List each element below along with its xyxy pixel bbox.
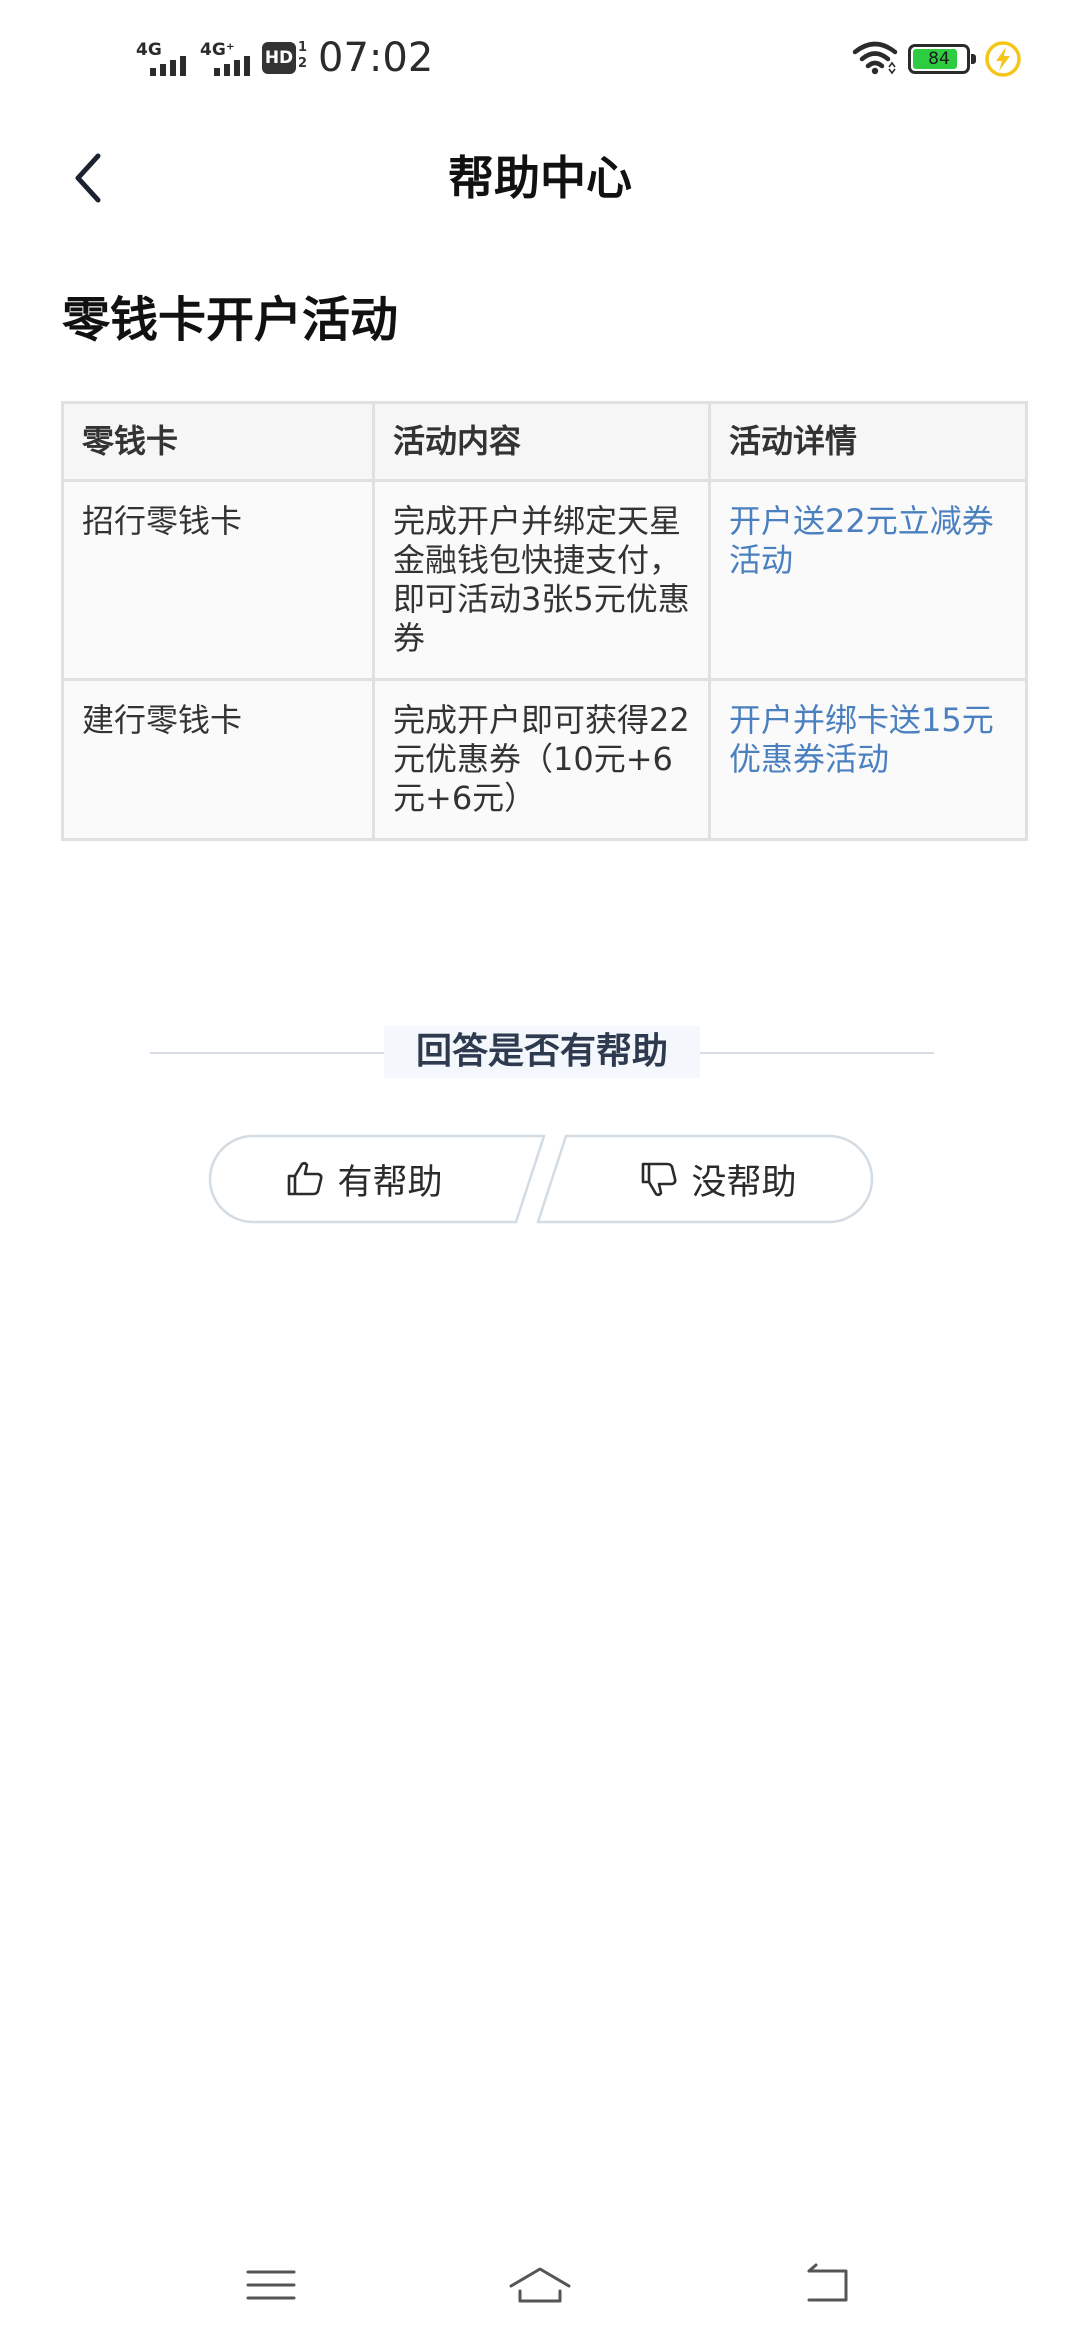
status-bar: 4G 4G⁺ HD 1 2 07:02 84 <box>0 0 1080 120</box>
header: 帮助中心 <box>0 120 1080 236</box>
article-title: 零钱卡开户活动 <box>62 292 399 348</box>
page-title: 帮助中心 <box>448 151 632 205</box>
sim1-signal-icon: 4G <box>136 42 192 76</box>
helpful-label: 有帮助 <box>337 1162 443 1203</box>
divider <box>150 1052 384 1054</box>
system-nav-bar <box>0 2240 1080 2340</box>
wifi-icon <box>852 41 898 75</box>
battery-icon: 84 <box>908 44 976 74</box>
not-helpful-button[interactable]: 没帮助 <box>534 1134 874 1224</box>
card-name-cell: 招行零钱卡 <box>61 479 375 681</box>
divider <box>700 1052 934 1054</box>
activity-detail-cell: 开户并绑卡送15元优惠券活动 <box>708 678 1028 841</box>
back-nav-button[interactable] <box>794 2250 864 2320</box>
activity-table: 零钱卡 活动内容 活动详情 招行零钱卡 完成开户并绑定天星金融钱包快捷支付，即可… <box>61 401 1028 841</box>
hd-sub-label: 1 2 <box>298 40 308 71</box>
activity-detail-link[interactable]: 开户送22元立减券活动 <box>729 502 994 579</box>
table-header-cell: 零钱卡 <box>61 401 375 482</box>
thumbs-down-icon <box>642 1162 677 1197</box>
charging-icon <box>985 41 1021 77</box>
menu-button[interactable] <box>236 2250 306 2320</box>
activity-detail-cell: 开户送22元立减券活动 <box>708 479 1028 681</box>
home-button[interactable] <box>505 2250 575 2320</box>
card-name-cell: 建行零钱卡 <box>61 678 375 841</box>
feedback-title: 回答是否有帮助 <box>384 1026 700 1078</box>
back-icon <box>807 2263 848 2302</box>
status-time: 07:02 <box>318 35 434 81</box>
not-helpful-label: 没帮助 <box>691 1162 797 1203</box>
activity-detail-link[interactable]: 开户并绑卡送15元优惠券活动 <box>729 701 994 778</box>
thumbs-up-icon <box>288 1161 323 1196</box>
menu-icon <box>246 2270 296 2300</box>
activity-content-cell: 完成开户即可获得22元优惠券（10元+6元+6元） <box>372 678 711 841</box>
activity-content-cell: 完成开户并绑定天星金融钱包快捷支付，即可活动3张5元优惠券 <box>372 479 711 681</box>
table-row: 招行零钱卡 完成开户并绑定天星金融钱包快捷支付，即可活动3张5元优惠券 开户送2… <box>61 479 1028 681</box>
table-row: 建行零钱卡 完成开户即可获得22元优惠券（10元+6元+6元） 开户并绑卡送15… <box>61 678 1028 841</box>
hd-icon: HD <box>262 42 296 74</box>
sim2-signal-icon: 4G⁺ <box>200 42 260 76</box>
table-header-row: 零钱卡 活动内容 活动详情 <box>61 401 1028 482</box>
battery-level: 84 <box>928 49 950 69</box>
table-header-cell: 活动内容 <box>372 401 711 482</box>
helpful-button[interactable]: 有帮助 <box>208 1134 548 1224</box>
table-header-cell: 活动详情 <box>708 401 1028 482</box>
home-icon <box>509 2267 571 2303</box>
